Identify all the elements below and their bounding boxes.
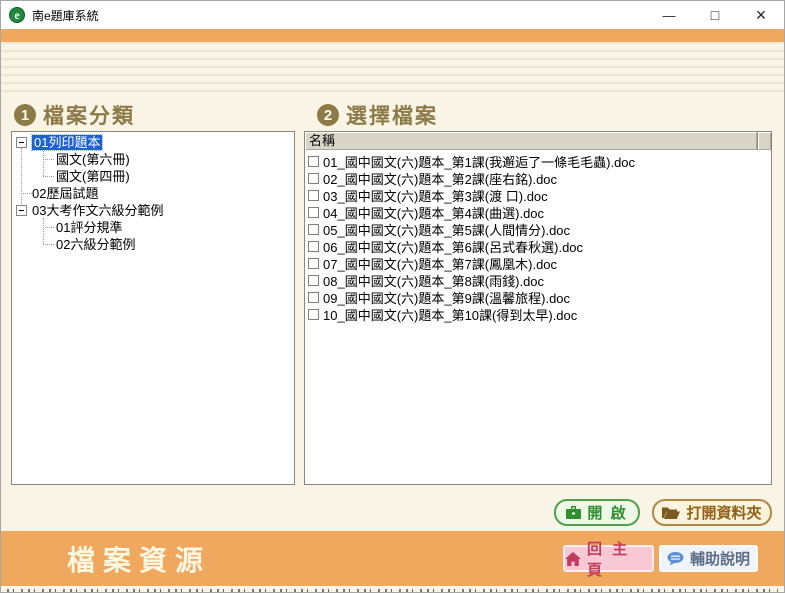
app-logo-icon: e <box>9 7 25 23</box>
open-button[interactable]: 開 啟 <box>554 499 640 526</box>
column-header-spacer <box>758 132 771 150</box>
app-window: e 南e題庫系統 — □ × 1 檔案分類 2 選擇檔案 01列印題本 國文(第… <box>0 0 785 593</box>
file-checkbox[interactable] <box>308 258 319 269</box>
tree-item[interactable]: 02歷屆試題 <box>32 186 98 201</box>
window-title: 南e題庫系統 <box>32 7 99 24</box>
top-orange-bar <box>1 29 784 42</box>
file-row[interactable]: 09_國中國文(六)題本_第9課(溫馨旅程).doc <box>305 289 771 306</box>
category-tree-panel: 01列印題本 國文(第六冊) 國文(第四冊) 02歷屆試題 03大考作文六級分範… <box>11 131 295 485</box>
tree-collapse-icon[interactable] <box>16 137 27 148</box>
open-folder-button-label: 打開資料夾 <box>686 502 761 523</box>
tree-connector <box>43 218 44 244</box>
file-checkbox[interactable] <box>308 309 319 320</box>
section-files-category: 1 檔案分類 <box>14 100 135 130</box>
file-row[interactable]: 05_國中國文(六)題本_第5課(人間情分).doc <box>305 221 771 238</box>
file-row[interactable]: 03_國中國文(六)題本_第3課(渡 口).doc <box>305 187 771 204</box>
speech-bubble-icon <box>667 552 684 566</box>
home-icon <box>565 552 581 566</box>
file-row[interactable]: 02_國中國文(六)題本_第2課(座右銘).doc <box>305 170 771 187</box>
file-checkbox[interactable] <box>308 275 319 286</box>
footer-bar: 檔案資源 回 主 頁 輔助說明 <box>1 531 784 586</box>
minimize-icon[interactable]: — <box>646 1 692 29</box>
tree-item[interactable]: 國文(第六冊) <box>56 152 130 167</box>
file-checkbox[interactable] <box>308 156 319 167</box>
file-checkbox[interactable] <box>308 292 319 303</box>
file-row[interactable]: 10_國中國文(六)題本_第10課(得到太早).doc <box>305 306 771 323</box>
section-title-files-category: 檔案分類 <box>43 100 135 130</box>
maximize-icon[interactable]: □ <box>692 1 738 29</box>
badge-1: 1 <box>14 104 36 126</box>
file-row[interactable]: 08_國中國文(六)題本_第8課(雨錢).doc <box>305 272 771 289</box>
page-title: 檔案資源 <box>67 531 211 586</box>
tree-collapse-icon[interactable] <box>16 205 27 216</box>
file-checkbox[interactable] <box>308 173 319 184</box>
file-checkbox[interactable] <box>308 190 319 201</box>
section-select-files: 2 選擇檔案 <box>317 100 438 130</box>
tree-item[interactable]: 01評分規準 <box>56 220 122 235</box>
tree-connector <box>21 193 32 194</box>
close-icon[interactable]: × <box>738 1 784 29</box>
help-button-label: 輔助說明 <box>690 548 750 569</box>
titlebar: e 南e題庫系統 — □ × <box>1 1 784 29</box>
file-row[interactable]: 07_國中國文(六)題本_第7課(鳳凰木).doc <box>305 255 771 272</box>
list-header: 名稱 <box>305 132 771 150</box>
tree-item[interactable]: 02六級分範例 <box>56 237 135 252</box>
pinstripe-decoration <box>1 42 784 94</box>
bottom-cutoff-text-strip <box>1 586 784 593</box>
file-checkbox[interactable] <box>308 207 319 218</box>
tree-connector <box>43 244 54 245</box>
tree-item[interactable]: 國文(第四冊) <box>56 169 130 184</box>
file-row[interactable]: 01_國中國文(六)題本_第1課(我邂逅了一條毛毛蟲).doc <box>305 153 771 170</box>
file-name: 10_國中國文(六)題本_第10課(得到太早).doc <box>323 305 577 324</box>
open-folder-icon <box>662 506 680 519</box>
file-checkbox[interactable] <box>308 241 319 252</box>
section-title-select-files: 選擇檔案 <box>346 100 438 130</box>
tree-connector <box>43 148 44 176</box>
tree-connector <box>43 176 54 177</box>
briefcase-icon <box>566 506 581 519</box>
tree-item[interactable]: 03大考作文六級分範例 <box>32 203 163 218</box>
file-list-panel: 名稱 01_國中國文(六)題本_第1課(我邂逅了一條毛毛蟲).doc 02_國中… <box>304 131 772 485</box>
file-checkbox[interactable] <box>308 224 319 235</box>
open-folder-button[interactable]: 打開資料夾 <box>652 499 772 526</box>
badge-2: 2 <box>317 104 339 126</box>
home-button[interactable]: 回 主 頁 <box>563 545 654 572</box>
open-button-label: 開 啟 <box>587 502 627 523</box>
cutoff-text-decoration <box>7 589 778 592</box>
tree-connector <box>21 148 22 210</box>
tree-connector <box>43 227 54 228</box>
home-button-label: 回 主 頁 <box>587 538 652 580</box>
file-row[interactable]: 04_國中國文(六)題本_第4課(曲選).doc <box>305 204 771 221</box>
tree-item[interactable]: 01列印題本 <box>32 135 102 150</box>
help-button[interactable]: 輔助說明 <box>659 545 758 572</box>
column-header-name[interactable]: 名稱 <box>305 132 758 150</box>
tree-connector <box>43 159 54 160</box>
file-row[interactable]: 06_國中國文(六)題本_第6課(呂式春秋選).doc <box>305 238 771 255</box>
